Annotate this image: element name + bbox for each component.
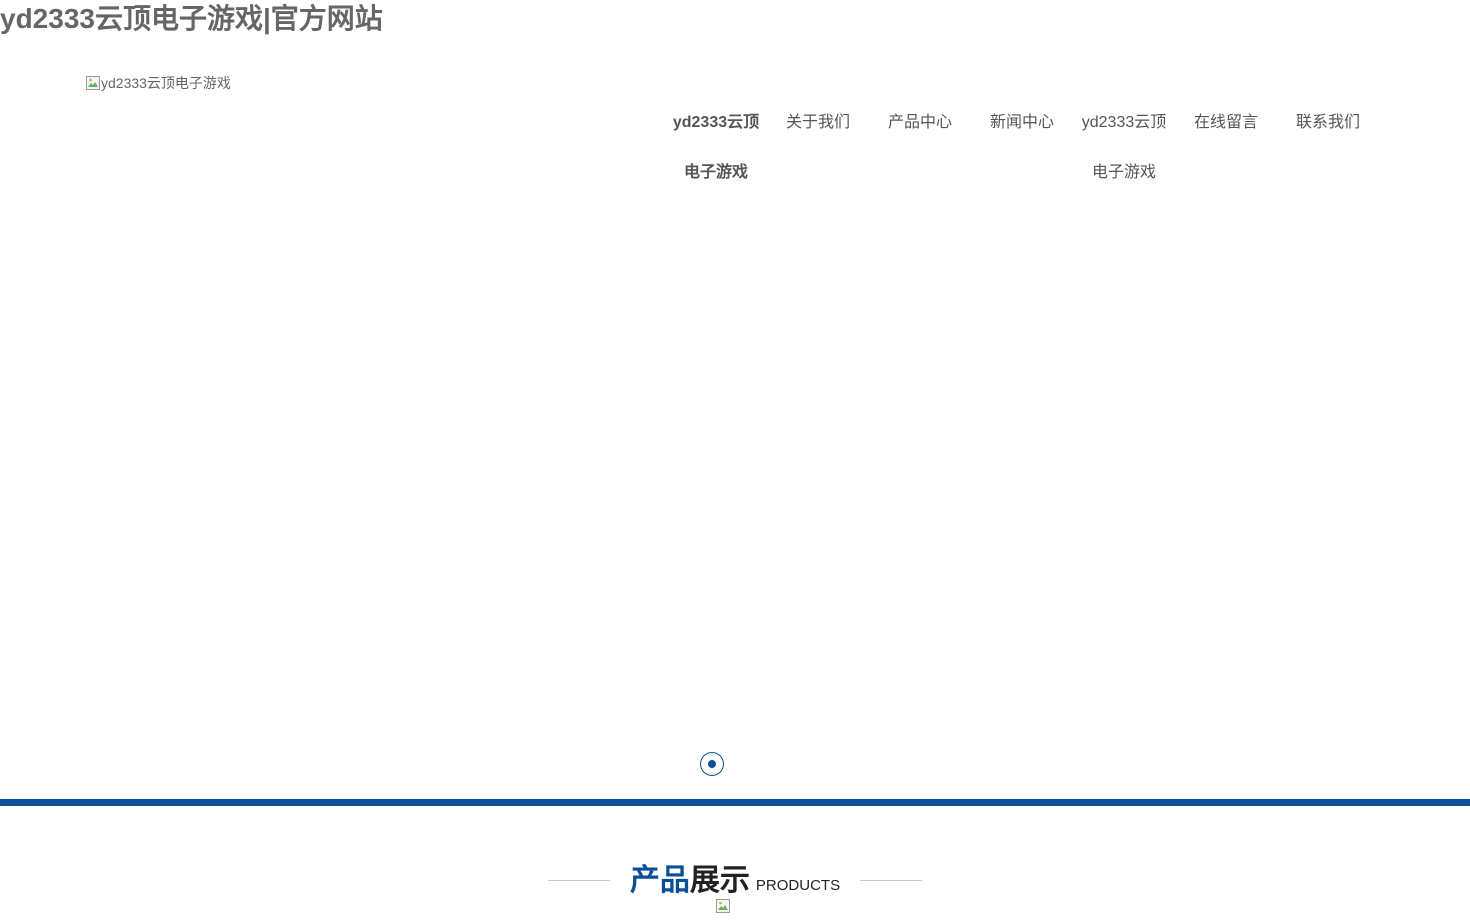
products-heading-text: 产品 展示 PRODUCTS [610,855,860,899]
banner-slider [0,200,1470,800]
nav-item-home[interactable]: yd2333云顶电子游戏 [665,98,767,198]
nav-item-games[interactable]: yd2333云顶电子游戏 [1073,98,1175,198]
heading-cn-accent: 产品 [629,864,690,897]
product-image-placeholder[interactable] [715,898,731,914]
slider-dot-active[interactable] [700,752,724,776]
site-title: yd2333云顶电子游戏|官方网站 [0,3,383,34]
products-heading: 产品 展示 PRODUCTS [548,855,923,899]
nav-item-message[interactable]: 在线留言 [1175,98,1277,198]
slider-dot-indicator [708,760,716,768]
heading-left-line [548,879,610,881]
nav-item-news[interactable]: 新闻中心 [971,98,1073,198]
heading-right-line [860,879,923,881]
main-nav: yd2333云顶电子游戏 关于我们 产品中心 新闻中心 yd2333云顶电子游戏… [665,98,1379,198]
broken-image-icon [85,75,101,91]
section-divider-bar [0,799,1470,806]
heading-cn-dark: 展示 [689,864,750,897]
nav-item-products[interactable]: 产品中心 [869,98,971,198]
logo-alt-text: yd2333云顶电子游戏 [101,75,231,91]
heading-en: PRODUCTS [755,877,841,894]
nav-item-contact[interactable]: 联系我们 [1277,98,1379,198]
nav-item-about[interactable]: 关于我们 [767,98,869,198]
logo-link[interactable]: yd2333云顶电子游戏 [85,73,231,93]
